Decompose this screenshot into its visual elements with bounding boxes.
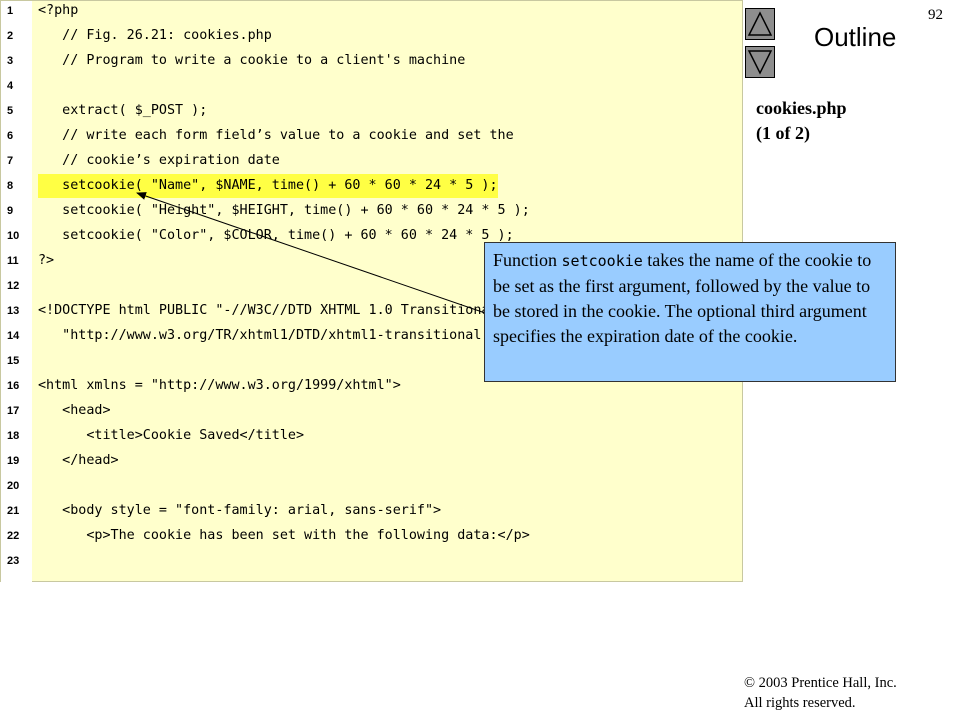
slide-number: 92 — [928, 7, 943, 23]
code-text: setcookie( "Height", $HEIGHT, time() + 6… — [38, 203, 530, 218]
code-text: // Program to write a cookie to a client… — [38, 53, 466, 68]
code-text: <?php — [38, 3, 79, 18]
code-text: "http://www.w3.org/TR/xhtml1/DTD/xhtml1-… — [38, 328, 530, 343]
code-text: <p>The cookie has been set with the foll… — [38, 528, 530, 543]
copyright-notice: © 2003 Prentice Hall, Inc. All rights re… — [744, 673, 897, 713]
line-number: 19 — [7, 455, 20, 467]
code-text: <body style = "font-family: arial, sans-… — [38, 503, 442, 518]
line-number: 12 — [7, 280, 20, 292]
code-text: </head> — [38, 453, 119, 468]
previous-slide-button[interactable] — [745, 8, 775, 40]
line-number: 17 — [7, 405, 20, 417]
line-number: 10 — [7, 230, 20, 242]
code-text: // cookie’s expiration date — [38, 153, 280, 168]
file-name: cookies.php — [756, 98, 847, 118]
line-number: 9 — [7, 205, 14, 217]
line-number: 15 — [7, 355, 20, 367]
triangle-up-icon — [747, 11, 773, 36]
line-number: 2 — [7, 30, 14, 42]
code-text: setcookie( "Name", $NAME, time() + 60 * … — [38, 174, 498, 198]
copyright-line-2: All rights reserved. — [744, 695, 856, 711]
line-number: 20 — [7, 480, 20, 492]
callout-box: Function setcookie takes the name of the… — [484, 242, 896, 382]
line-number: 3 — [7, 55, 14, 67]
line-number: 21 — [7, 505, 20, 517]
line-number: 1 — [7, 5, 14, 17]
code-text: setcookie( "Color", $COLOR, time() + 60 … — [38, 228, 514, 243]
code-text: <!DOCTYPE html PUBLIC "-//W3C//DTD XHTML… — [38, 303, 538, 318]
line-number: 5 — [7, 105, 14, 117]
callout-code: setcookie — [561, 252, 643, 270]
file-caption: cookies.php (1 of 2) — [756, 96, 847, 146]
code-text: <html xmlns = "http://www.w3.org/1999/xh… — [38, 378, 401, 393]
code-text: // Fig. 26.21: cookies.php — [38, 28, 272, 43]
line-number: 4 — [7, 80, 14, 92]
line-number: 8 — [7, 180, 14, 192]
triangle-down-icon — [747, 50, 773, 75]
code-text: <head> — [38, 403, 111, 418]
line-number: 16 — [7, 380, 20, 392]
code-text: ?> — [38, 253, 55, 268]
line-number: 11 — [7, 255, 19, 267]
outline-title[interactable]: Outline — [814, 22, 896, 53]
line-number: 22 — [7, 530, 20, 542]
callout-text-before: Function — [493, 250, 562, 270]
code-text: <title>Cookie Saved</title> — [38, 428, 305, 443]
line-number: 18 — [7, 430, 20, 442]
line-number: 14 — [7, 330, 20, 342]
line-number: 7 — [7, 155, 14, 167]
next-slide-button[interactable] — [745, 46, 775, 78]
page-indicator: (1 of 2) — [756, 123, 810, 143]
line-number: 13 — [7, 305, 20, 317]
line-number: 6 — [7, 130, 14, 142]
code-text: // write each form field’s value to a co… — [38, 128, 514, 143]
copyright-line-1: © 2003 Prentice Hall, Inc. — [744, 675, 897, 691]
line-number: 23 — [7, 555, 20, 567]
code-text: extract( $_POST ); — [38, 103, 208, 118]
